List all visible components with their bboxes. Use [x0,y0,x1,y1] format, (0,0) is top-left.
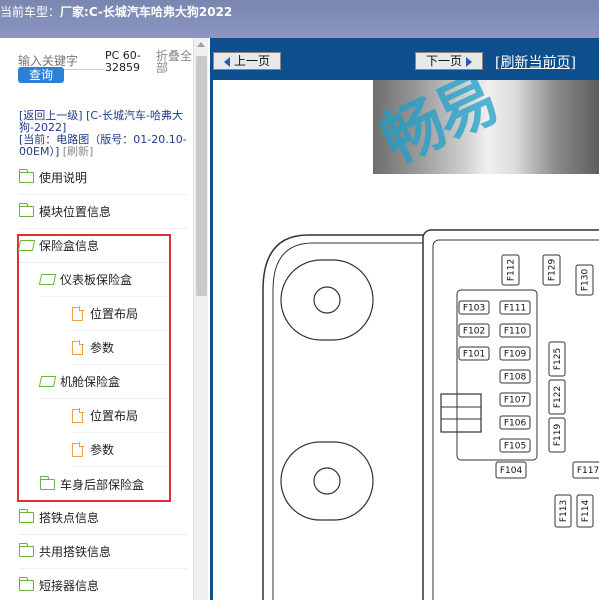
fuse-label: F122 [553,386,563,408]
tree-item-label: 搭铁点信息 [39,511,100,525]
next-page-button[interactable]: 下一页 [415,52,483,70]
tree-item-label: 参数 [90,341,115,355]
tree-item-engine-layout[interactable]: 位置布局 [72,399,169,433]
tree-item-label: 车身后部保险盒 [60,477,145,492]
fuse-label: F114 [581,500,591,523]
folder-icon [18,169,34,183]
next-label: 下一页 [425,54,462,68]
nav-bar: 上一页 下一页 [刷新当前页] [210,38,599,80]
refresh-small-link[interactable]: [刷新] [63,145,94,158]
tree-item-label: 参数 [90,443,115,457]
folder-icon [39,475,55,490]
fuse-label: F113 [559,500,569,522]
arrow-left-icon [223,56,230,67]
fuse-label: F107 [504,396,526,406]
file-icon [72,339,84,355]
pc-code: PC 60-32859 [105,49,141,74]
folder-open-icon [38,376,57,387]
fuse-label: F119 [553,424,563,447]
fuse-label: F102 [463,327,485,337]
tree-item-label: 保险盒信息 [39,239,100,253]
folder-icon [18,509,34,523]
tree-item-engine-params[interactable]: 参数 [72,433,169,467]
refresh-page-link[interactable]: [刷新当前页] [495,52,576,72]
prev-page-button[interactable]: 上一页 [213,52,281,70]
fuse-label: F129 [548,259,558,282]
title-maker: 厂家:C-长城汽车哈弗大狗2022 [60,5,233,19]
title-label: 当前车型： [0,5,61,19]
fusebox-drawing: F112 F129 F130 F103 F111 F102 F110 F101 F109 F125… [262,229,599,600]
tree-item-label: 共用搭铁信息 [39,545,112,559]
file-icon [72,305,84,321]
left-panel: 查询 PC 60-32859 折叠全部 [返回上一级] [C-长城汽车-哈弗大狗… [0,38,193,600]
fuse-label: F117 [577,466,599,476]
tree-item-label: 机舱保险盒 [60,375,121,389]
scroll-thumb[interactable] [196,56,207,296]
fuse-label: F111 [504,304,526,314]
folder-icon [18,543,34,557]
tree-item-fusebox[interactable]: 保险盒信息 [17,229,169,263]
query-button[interactable]: 查询 [18,67,64,83]
breadcrumb: [返回上一级] [C-长城汽车-哈弗大狗-2022] [当前：电路图（版号：01… [19,110,191,158]
fuse-label: F112 [507,259,517,281]
tree-item-usage[interactable]: 使用说明 [18,161,187,195]
tree-item-label: 位置布局 [90,307,139,321]
prev-label: 上一页 [233,54,270,68]
folder-icon [18,577,34,591]
tree-item-dash-layout[interactable]: 位置布局 [72,297,169,331]
fuse-label: F125 [553,348,563,370]
fold-all-button[interactable]: 折叠全部 [156,50,193,74]
tree-item-ground[interactable]: 搭铁点信息 [18,501,187,535]
file-icon [72,407,84,423]
folder-open-icon [17,240,36,251]
tree-item-shared-ground[interactable]: 共用搭铁信息 [18,535,187,569]
tree-item-dash-fusebox[interactable]: 仪表板保险盒 [38,263,169,297]
fuse-label: F101 [463,350,485,360]
tree-item-label: 短接器信息 [39,579,100,593]
current-label: [当前：电路图（版号：01-20.10-00EM）] [19,133,187,158]
scroll-up-icon[interactable] [197,42,205,47]
fuse-label: F108 [504,373,527,383]
tree-item-shorting[interactable]: 短接器信息 [18,569,187,600]
folder-open-icon [38,274,57,285]
fuse-label: F109 [504,350,527,360]
tree-item-label: 使用说明 [39,171,88,185]
right-panel: 上一页 下一页 [刷新当前页] 畅易 F112 F129 F130 F103 F… [210,38,599,600]
tree-item-module[interactable]: 模块位置信息 [18,195,187,229]
diagram-viewer[interactable]: 畅易 F112 F129 F130 F103 F111 F102 F110 F101 F109 F… [210,80,599,600]
left-scrollbar[interactable] [193,38,208,600]
file-icon [72,441,84,457]
fuse-label: F110 [504,327,527,337]
fuse-label: F103 [463,304,485,314]
arrow-right-icon [466,56,472,67]
tree-item-label: 位置布局 [90,409,139,423]
fuse-label: F106 [504,419,527,429]
fuse-label: F130 [581,269,591,292]
tree-item-rear-fusebox[interactable]: 车身后部保险盒 [39,467,169,501]
tree-item-dash-params[interactable]: 参数 [72,331,169,365]
tree-item-label: 模块位置信息 [39,205,112,219]
fuse-label: F105 [504,442,526,452]
tree-item-engine-fusebox[interactable]: 机舱保险盒 [38,365,169,399]
folder-icon [18,203,34,217]
title-bar: 当前车型：厂家:C-长城汽车哈弗大狗2022 [0,0,599,38]
tree-item-label: 仪表板保险盒 [60,273,133,287]
fuse-label: F104 [500,466,523,476]
